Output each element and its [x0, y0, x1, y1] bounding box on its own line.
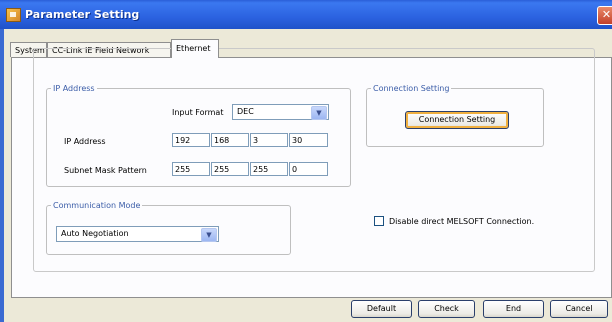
disable-melsoft-label[interactable]: Disable direct MELSOFT Connection.: [389, 217, 534, 226]
input-format-value: DEC: [237, 107, 254, 116]
chevron-down-icon[interactable]: ▼: [201, 228, 217, 242]
chevron-down-icon[interactable]: ▼: [311, 106, 327, 120]
communication-mode-group-legend: Communication Mode: [53, 201, 141, 210]
title-bar[interactable]: Parameter Setting ✕: [0, 0, 612, 29]
subnet-octet-1-input[interactable]: 255: [172, 162, 210, 176]
ip-octet-1-input[interactable]: 192: [172, 133, 210, 147]
subnet-octet-2-input[interactable]: 255: [211, 162, 249, 176]
close-button[interactable]: ✕: [597, 6, 612, 25]
ip-address-label: IP Address: [64, 137, 106, 146]
ip-octet-4-input[interactable]: 30: [289, 133, 328, 147]
ip-octet-3-input[interactable]: 3: [250, 133, 288, 147]
ip-octet-2-input[interactable]: 168: [211, 133, 249, 147]
check-button[interactable]: Check: [418, 300, 475, 318]
input-format-label: Input Format: [172, 108, 224, 117]
subnet-octet-4-input[interactable]: 0: [289, 162, 328, 176]
subnet-mask-label: Subnet Mask Pattern: [64, 166, 147, 175]
subnet-octet-3-input[interactable]: 255: [250, 162, 288, 176]
parameter-setting-window: Parameter Setting ✕ System CC-Link IE Fi…: [0, 0, 612, 322]
cancel-button[interactable]: Cancel: [550, 300, 608, 318]
connection-setting-group-legend: Connection Setting: [373, 84, 450, 93]
communication-mode-value: Auto Negotiation: [61, 229, 129, 238]
tab-ethernet[interactable]: Ethernet: [171, 39, 219, 58]
app-icon: [6, 8, 21, 22]
input-format-select[interactable]: DEC ▼: [232, 104, 329, 120]
connection-setting-button[interactable]: Connection Setting: [405, 111, 509, 129]
end-button[interactable]: End: [483, 300, 544, 318]
default-button[interactable]: Default: [351, 300, 412, 318]
window-title: Parameter Setting: [25, 8, 140, 21]
ip-address-group-legend: IP Address: [53, 84, 95, 93]
disable-melsoft-checkbox[interactable]: [374, 216, 384, 226]
communication-mode-select[interactable]: Auto Negotiation ▼: [56, 226, 219, 242]
